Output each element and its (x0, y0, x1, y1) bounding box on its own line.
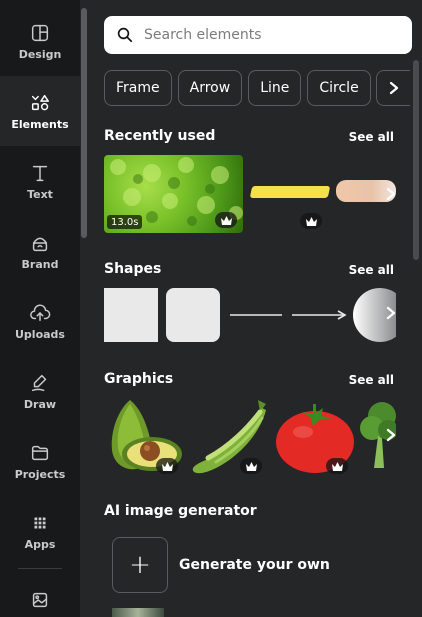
rail-item-elements[interactable]: Elements (0, 76, 80, 146)
premium-badge-tomato (326, 458, 348, 474)
plus-icon: + (129, 550, 151, 580)
rail-label-draw: Draw (23, 397, 57, 411)
crown-icon (245, 461, 257, 471)
rail-label-elements: Elements (11, 117, 69, 131)
rail-divider (18, 568, 62, 569)
premium-badge-avocado (156, 458, 178, 474)
panel-scroll-thumb[interactable] (413, 60, 419, 260)
shape-line[interactable] (228, 305, 284, 325)
image-icon (32, 592, 48, 608)
uploads-icon (30, 303, 51, 321)
chip-circle[interactable]: Circle (307, 70, 371, 106)
crown-icon (161, 461, 173, 471)
search-icon (117, 27, 133, 43)
crown-icon (305, 216, 317, 226)
chip-line[interactable]: Line (248, 70, 302, 106)
shapes-title: Shapes (104, 261, 162, 277)
shape-rounded-square[interactable] (166, 288, 220, 342)
search-box[interactable] (104, 16, 412, 54)
elements-icon (31, 94, 49, 110)
brand-icon (32, 237, 48, 251)
chevron-right-icon (389, 81, 398, 95)
chip-arrow[interactable]: Arrow (177, 70, 243, 106)
rail-label-apps: Apps (24, 537, 56, 551)
rail-item-draw[interactable]: Draw (0, 356, 80, 426)
recent-yellow-stroke[interactable] (249, 186, 331, 198)
recent-video-lettuce[interactable]: 13.0s (104, 155, 243, 233)
side-rail: Design Elements Text Brand Uploads Draw … (0, 0, 80, 617)
graphics-next-button[interactable] (380, 424, 402, 446)
rail-item-projects[interactable]: Projects (0, 426, 80, 496)
recent-see-all[interactable]: See all (349, 130, 394, 144)
shape-arrow[interactable] (290, 305, 348, 325)
design-icon (31, 24, 49, 41)
crown-icon (220, 215, 232, 225)
ai-sample-thumbnail[interactable] (112, 608, 164, 617)
premium-badge-zucchini (240, 458, 262, 474)
apps-icon (34, 517, 46, 528)
recent-title: Recently used (104, 128, 216, 144)
rail-item-photos[interactable] (0, 570, 80, 617)
chevron-right-icon (386, 306, 396, 320)
graphics-title: Graphics (104, 371, 174, 387)
ai-title: AI image generator (104, 503, 257, 519)
scroll-thumb[interactable] (81, 8, 87, 238)
generate-label[interactable]: Generate your own (179, 557, 330, 573)
premium-badge (215, 212, 237, 228)
rail-item-uploads[interactable]: Uploads (0, 286, 80, 356)
projects-icon (31, 445, 49, 460)
rail-item-brand[interactable]: Brand (0, 216, 80, 286)
chevron-right-icon (386, 428, 396, 442)
text-icon (32, 165, 48, 181)
chevron-right-icon (386, 187, 396, 201)
rail-label-text: Text (27, 187, 53, 201)
panel-left-scrollbar[interactable] (80, 0, 88, 617)
chip-frame[interactable]: Frame (104, 70, 172, 106)
shapes-next-button[interactable] (380, 302, 402, 324)
rail-label-brand: Brand (21, 257, 59, 271)
draw-icon (31, 374, 47, 391)
recent-next-button[interactable] (380, 183, 402, 205)
rail-label-uploads: Uploads (15, 327, 65, 341)
rail-item-text[interactable]: Text (0, 146, 80, 216)
filter-chips: Frame Arrow Line Circle (104, 70, 410, 108)
generate-plus-button[interactable]: + (112, 537, 168, 593)
rail-item-design[interactable]: Design (0, 6, 80, 76)
crown-icon (331, 461, 343, 471)
graphics-see-all[interactable]: See all (349, 373, 394, 387)
elements-panel: FrameArrowLineCircle Recently used See a… (88, 0, 422, 617)
search-input[interactable] (144, 27, 394, 43)
rail-item-apps[interactable]: Apps (0, 496, 80, 566)
panel-scrollbar[interactable] (412, 60, 420, 610)
rail-label-projects: Projects (14, 467, 66, 481)
rail-label-design: Design (18, 47, 62, 61)
chips-next-button[interactable] (376, 70, 410, 106)
shape-square[interactable] (104, 288, 158, 342)
video-duration-badge: 13.0s (107, 215, 143, 229)
shapes-see-all[interactable]: See all (349, 263, 394, 277)
premium-badge-2 (300, 213, 322, 229)
